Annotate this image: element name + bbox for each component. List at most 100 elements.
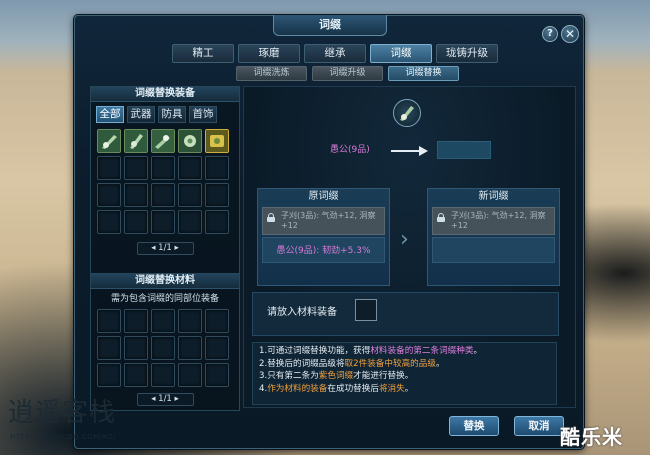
site-logo: 逍遥客栈 — [8, 398, 117, 428]
equip-slot[interactable] — [151, 129, 175, 153]
window-title: 词缀 — [273, 15, 387, 36]
category-all[interactable]: 全部 — [96, 106, 124, 123]
material-slot-empty[interactable] — [178, 336, 202, 360]
material-slot-empty[interactable] — [97, 363, 121, 387]
main-tabs: 精工 琢磨 继承 词缀 珑铸升级 — [172, 44, 498, 63]
original-locked-affix-text: 子刈(3品): 气劲+12, 洞察+12 — [281, 211, 376, 230]
original-affix-title: 原词缀 — [308, 191, 339, 202]
gold-jewelry-icon — [206, 130, 228, 152]
material-page-number: 1/1 — [158, 394, 172, 404]
equip-slot-empty[interactable] — [151, 210, 175, 234]
material-drop-slot[interactable] — [355, 299, 377, 321]
original-affix-text: 愚公(9品): 韧劲+5.3% — [276, 246, 371, 256]
chevron-right-icon: › — [400, 227, 409, 252]
new-locked-affix-text: 子刈(3品): 气劲+12, 洞察+12 — [451, 211, 546, 230]
current-affix-label: 愚公(9品) — [330, 145, 370, 155]
new-affix-empty-row — [432, 237, 555, 263]
tab-inherit[interactable]: 继承 — [304, 44, 366, 63]
material-slot-empty[interactable] — [205, 309, 229, 333]
category-weapon[interactable]: 武器 — [127, 106, 155, 123]
equip-slot-empty[interactable] — [205, 210, 229, 234]
material-panel: 词缀替换材料 需为包含词缀的同部位装备 ◂ 1/1 ▸ — [90, 273, 240, 411]
note-4: 4.作为材料的装备在成功替换后将消失。 — [259, 383, 414, 394]
equip-slot-empty[interactable] — [151, 183, 175, 207]
equip-slot-empty[interactable] — [97, 183, 121, 207]
equip-panel-title: 词缀替换装备 — [91, 87, 239, 102]
jade-weapon-icon — [125, 130, 147, 152]
material-slot-empty[interactable] — [97, 309, 121, 333]
equip-slot-empty[interactable] — [178, 210, 202, 234]
equip-slot-empty[interactable] — [124, 156, 148, 180]
equip-pager-row: ◂ 1/1 ▸ — [91, 242, 239, 255]
equip-slot[interactable] — [124, 129, 148, 153]
equip-slot-empty[interactable] — [124, 210, 148, 234]
equip-grid — [91, 123, 239, 234]
equip-page-number: 1/1 — [158, 243, 172, 253]
material-slot-empty[interactable] — [205, 336, 229, 360]
selected-equip-slot[interactable] — [393, 99, 421, 127]
jade-weapon-icon — [400, 106, 414, 121]
equip-pager[interactable]: ◂ 1/1 ▸ — [136, 242, 194, 255]
material-slot-empty[interactable] — [124, 309, 148, 333]
new-affix-title: 新词缀 — [478, 191, 509, 202]
instructions: 1.可通过词缀替换功能，获得材料装备的第二条词缀种类。 2.替换后的词缀品级将取… — [252, 342, 557, 405]
equip-slot-empty[interactable] — [205, 156, 229, 180]
material-slot-empty[interactable] — [151, 336, 175, 360]
subtab-affix-replace[interactable]: 词缀替换 — [388, 66, 459, 81]
equip-panel: 词缀替换装备 全部 武器 防具 首饰 ◂ 1/1 ▸ — [90, 86, 240, 275]
note-3: 3.只有第二条为紫色词缀才能进行替换。 — [259, 371, 414, 381]
equip-slot-empty[interactable] — [178, 183, 202, 207]
equip-slot-empty[interactable] — [151, 156, 175, 180]
close-icon[interactable]: ✕ — [561, 25, 579, 43]
material-hint: 需为包含词缀的同部位装备 — [110, 294, 219, 304]
site-url: HTTP://WUXIA.QQ.COM/KZ/ — [10, 433, 117, 441]
equip-slot-empty[interactable] — [205, 183, 229, 207]
equip-slot-empty[interactable] — [124, 183, 148, 207]
sub-tabs: 词缀洗炼 词缀升级 词缀替换 — [236, 66, 459, 81]
material-slot-empty[interactable] — [124, 336, 148, 360]
affix-window: 词缀 ? ✕ 精工 琢磨 继承 词缀 珑铸升级 词缀洗炼 词缀升级 词缀替换 词… — [74, 15, 584, 449]
arrow-right-icon — [391, 150, 421, 152]
tab-refine[interactable]: 精工 — [172, 44, 234, 63]
material-drop-box: 请放入材料装备 — [252, 292, 559, 336]
replace-area: 愚公(9品) 原词缀 子刈(3品): 气劲+12, 洞察+12 愚公(9品): … — [243, 86, 576, 408]
cancel-button[interactable]: 取消 — [514, 416, 564, 436]
subtab-affix-reroll[interactable]: 词缀洗炼 — [236, 66, 307, 81]
note-2: 2.替换后的词缀品级将取2件装备中较高的品级。 — [259, 358, 445, 369]
arrow-head — [419, 146, 428, 156]
equip-slot[interactable] — [205, 129, 229, 153]
equip-slot-empty[interactable] — [97, 210, 121, 234]
category-jewelry[interactable]: 首饰 — [189, 106, 217, 123]
tab-forge-upgrade[interactable]: 珑铸升级 — [436, 44, 498, 63]
note-1: 1.可通过词缀替换功能，获得材料装备的第二条词缀种类。 — [259, 346, 483, 356]
equip-slot[interactable] — [178, 129, 202, 153]
material-slot-empty[interactable] — [178, 363, 202, 387]
tab-polish[interactable]: 琢磨 — [238, 44, 300, 63]
jade-charm-icon — [179, 130, 201, 152]
tab-affix[interactable]: 词缀 — [370, 44, 432, 63]
target-affix-box — [437, 141, 491, 159]
material-slot-empty[interactable] — [178, 309, 202, 333]
replace-button[interactable]: 替换 — [449, 416, 499, 436]
original-affix-replaceable-row: 愚公(9品): 韧劲+5.3% — [262, 237, 385, 263]
material-panel-title: 词缀替换材料 — [91, 274, 239, 289]
lock-icon — [437, 213, 445, 222]
new-affix-locked-row: 子刈(3品): 气劲+12, 洞察+12 — [432, 207, 555, 235]
material-slot-empty[interactable] — [205, 363, 229, 387]
equip-slot-empty[interactable] — [97, 156, 121, 180]
category-armor[interactable]: 防具 — [158, 106, 186, 123]
material-slot-empty[interactable] — [151, 363, 175, 387]
original-affix-box: 原词缀 子刈(3品): 气劲+12, 洞察+12 愚公(9品): 韧劲+5.3% — [257, 188, 390, 286]
site-watermark: 酷乐米 — [560, 425, 623, 449]
equip-slot[interactable] — [97, 129, 121, 153]
jade-weapon-icon — [152, 130, 174, 152]
material-slot-empty[interactable] — [124, 363, 148, 387]
material-slot-empty[interactable] — [151, 309, 175, 333]
material-grid — [91, 304, 239, 387]
lock-icon — [267, 213, 275, 222]
material-slot-empty[interactable] — [97, 336, 121, 360]
help-icon[interactable]: ? — [542, 26, 558, 42]
material-pager[interactable]: ◂ 1/1 ▸ — [136, 393, 194, 406]
subtab-affix-upgrade[interactable]: 词缀升级 — [312, 66, 383, 81]
equip-slot-empty[interactable] — [178, 156, 202, 180]
